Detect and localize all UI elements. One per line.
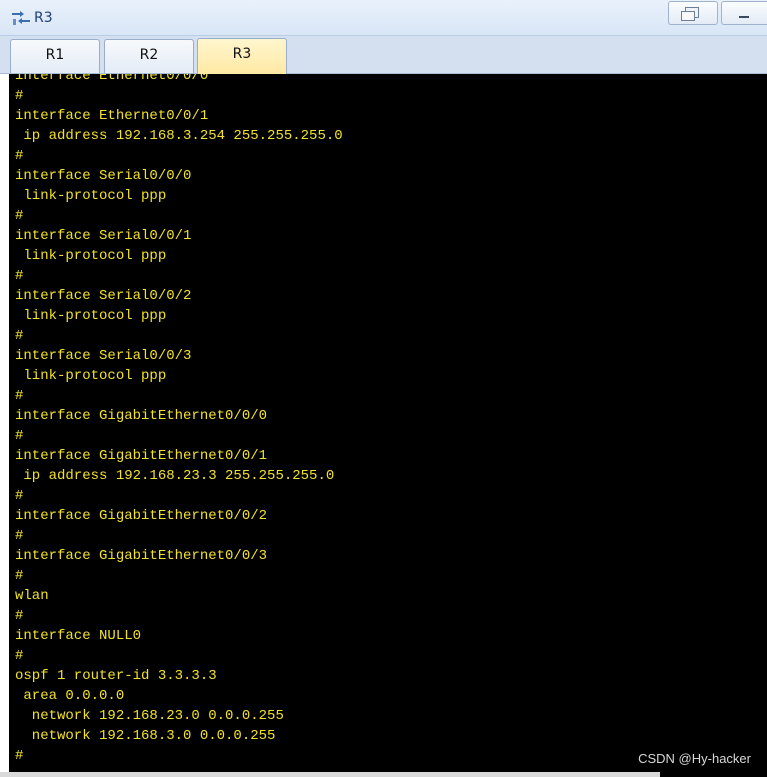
terminal-line: # <box>15 528 24 544</box>
terminal-line: interface Serial0/0/1 <box>15 228 192 244</box>
terminal-line: network 192.168.23.0 0.0.0.255 <box>15 708 284 724</box>
minimize-button[interactable] <box>721 1 767 25</box>
restore-icon <box>681 7 699 21</box>
terminal-line: ip address 192.168.3.254 255.255.255.0 <box>15 128 343 144</box>
terminal-line: wlan <box>15 588 49 604</box>
terminal-line: interface NULL0 <box>15 628 142 644</box>
terminal-line: interface Ethernet0/0/0 <box>15 74 209 84</box>
tab-r1[interactable]: R1 <box>10 39 100 73</box>
terminal-line: ip address 192.168.23.3 255.255.255.0 <box>15 468 335 484</box>
terminal-line: link-protocol ppp <box>15 368 167 384</box>
terminal-line: # <box>15 648 24 664</box>
window-title: R3 <box>34 10 53 26</box>
terminal-line: interface Serial0/0/3 <box>15 348 192 364</box>
terminal-line: link-protocol ppp <box>15 188 167 204</box>
terminal-line: network 192.168.3.0 0.0.0.255 <box>15 728 276 744</box>
horizontal-scrollbar[interactable] <box>0 772 660 777</box>
terminal-line: # <box>15 88 24 104</box>
terminal-line: # <box>15 388 24 404</box>
terminal-line: interface GigabitEthernet0/0/3 <box>15 548 268 564</box>
terminal-line: interface Serial0/0/2 <box>15 288 192 304</box>
terminal-line: link-protocol ppp <box>15 248 167 264</box>
terminal-output: interface Ethernet0/0/0 # interface Ethern… <box>15 74 343 766</box>
terminal-line: # <box>15 748 24 764</box>
terminal-line: # <box>15 268 24 284</box>
minimize-icon <box>739 16 749 18</box>
terminal-line: # <box>15 568 24 584</box>
tab-strip: R1 R2 R3 <box>0 36 767 74</box>
terminal-line: # <box>15 488 24 504</box>
router-app-icon <box>10 9 32 27</box>
title-bar: R3 <box>0 0 767 36</box>
window-left-edge <box>0 74 9 777</box>
tab-r3[interactable]: R3 <box>197 38 287 74</box>
restore-button[interactable] <box>668 1 718 25</box>
terminal-line: interface Ethernet0/0/1 <box>15 108 209 124</box>
terminal-line: # <box>15 428 24 444</box>
terminal-line: # <box>15 328 24 344</box>
watermark-text: CSDN @Hy-hacker <box>638 751 751 766</box>
terminal-line: # <box>15 148 24 164</box>
terminal-console[interactable]: interface Ethernet0/0/0 # interface Ethern… <box>9 74 767 777</box>
terminal-line: ospf 1 router-id 3.3.3.3 <box>15 668 217 684</box>
terminal-line: # <box>15 608 24 624</box>
terminal-line: interface GigabitEthernet0/0/2 <box>15 508 268 524</box>
tab-r2[interactable]: R2 <box>104 39 194 73</box>
terminal-line: area 0.0.0.0 <box>15 688 125 704</box>
terminal-line: interface Serial0/0/0 <box>15 168 192 184</box>
terminal-line: link-protocol ppp <box>15 308 167 324</box>
terminal-line: # <box>15 208 24 224</box>
terminal-line: interface GigabitEthernet0/0/0 <box>15 408 268 424</box>
terminal-line: interface GigabitEthernet0/0/1 <box>15 448 268 464</box>
